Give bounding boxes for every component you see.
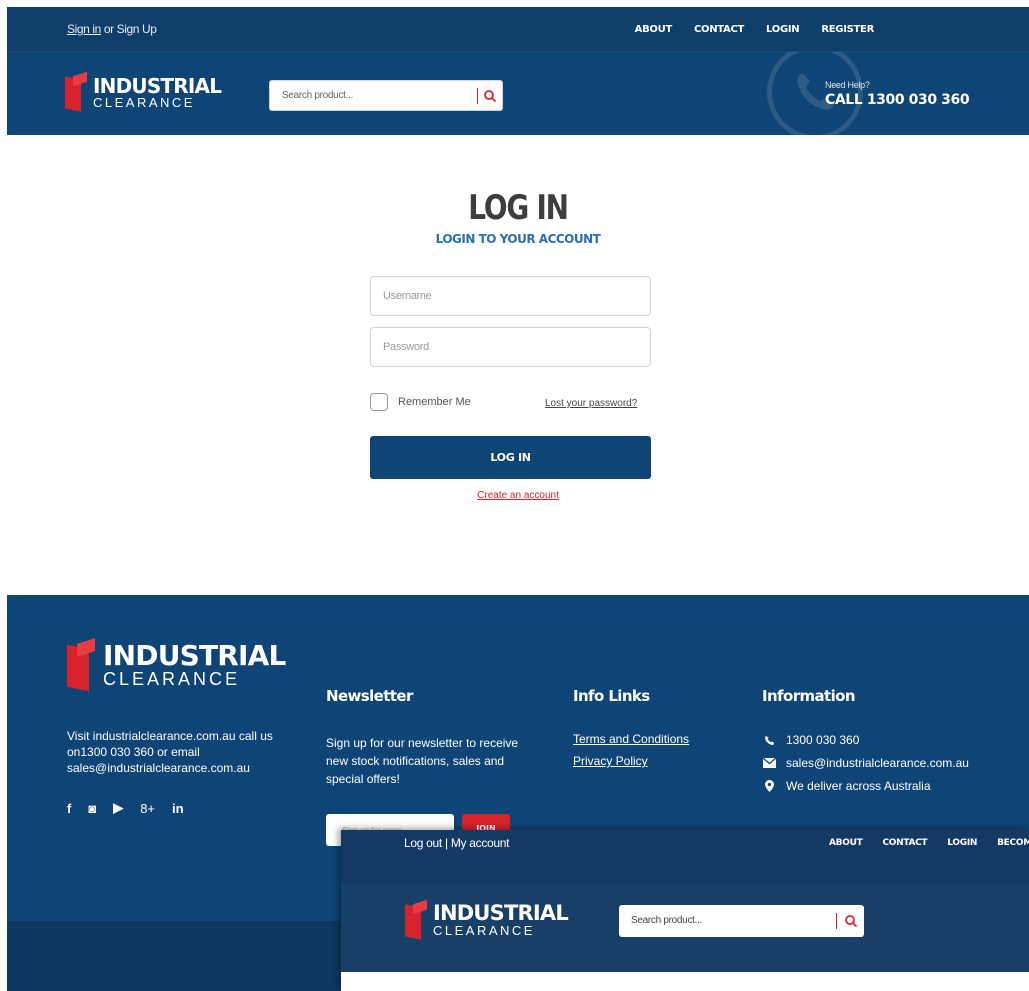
info-phone: 1300 030 360: [762, 733, 859, 747]
envelope-icon: [762, 758, 776, 768]
header-search[interactable]: Search product...: [269, 80, 503, 111]
top-bar: Sign in or Sign Up ABOUT CONTACT LOGIN R…: [7, 7, 1029, 52]
auth-links: Sign in or Sign Up: [67, 22, 157, 36]
footer-description: Visit industrialclearance.com.au call us…: [67, 729, 273, 775]
footer-logo-mark-icon: [67, 638, 101, 692]
overlay-screenshot: Log out | My account ABOUT CONTACT LOGIN…: [341, 830, 1029, 991]
create-account: Create an account: [7, 490, 1029, 501]
newsletter-heading: Newsletter: [326, 687, 413, 705]
nav-login[interactable]: LOGIN: [766, 24, 800, 35]
linkedin-icon[interactable]: in: [172, 801, 184, 816]
overlay-nav-contact[interactable]: CONTACT: [882, 838, 927, 848]
search-input[interactable]: Search product...: [282, 90, 353, 101]
information-heading: Information: [762, 687, 856, 705]
logo-mark-icon: [65, 71, 91, 112]
login-section: LOG IN LOGIN TO YOUR ACCOUNT Remember Me…: [7, 135, 1029, 595]
nav-about[interactable]: ABOUT: [635, 24, 673, 35]
overlay-search-icon[interactable]: [844, 914, 858, 928]
nav-register[interactable]: REGISTER: [821, 24, 874, 35]
overlay-logo[interactable]: INDUSTRIAL CLEARANCE: [405, 899, 569, 940]
password-field-box: [370, 327, 651, 367]
youtube-icon[interactable]: ▶: [113, 800, 123, 816]
google-plus-icon[interactable]: 8+: [140, 801, 155, 816]
footer-logo[interactable]: INDUSTRIAL CLEARANCE: [67, 638, 286, 692]
overlay-logo-mark-icon: [405, 899, 431, 940]
remember-me: Remember Me: [370, 393, 471, 411]
overlay-nav-login[interactable]: LOGIN: [947, 838, 977, 848]
login-button[interactable]: LOG IN: [370, 436, 651, 479]
overlay-search-input[interactable]: Search product...: [631, 915, 702, 926]
top-nav: ABOUT CONTACT LOGIN REGISTER: [635, 24, 875, 35]
footer-logo-text-industrial: INDUSTRIAL: [103, 639, 286, 672]
social-links: f ◙ ▶ 8+ in: [67, 800, 184, 816]
page-title: LOG IN: [468, 188, 569, 228]
overlay-nav-about[interactable]: ABOUT: [829, 838, 863, 848]
newsletter-text: Sign up for our newsletter to receive ne…: [326, 736, 519, 786]
phone-icon: [762, 735, 776, 746]
info-phone-text[interactable]: 1300 030 360: [786, 733, 859, 747]
info-delivery: We deliver across Australia: [762, 779, 931, 793]
help-phone[interactable]: CALL 1300 030 360: [825, 92, 970, 108]
info-links-heading: Info Links: [573, 687, 650, 705]
terms-link[interactable]: Terms and Conditions: [573, 732, 689, 746]
overlay-header: INDUSTRIAL CLEARANCE Search product...: [341, 884, 1029, 972]
info-email-text[interactable]: sales@industrialclearance.com.au: [786, 756, 969, 770]
overlay-logo-text-clearance: CLEARANCE: [433, 923, 535, 938]
site-logo[interactable]: INDUSTRIAL CLEARANCE: [65, 71, 222, 112]
overlay-top-nav: ABOUT CONTACT LOGIN BECOME: [829, 838, 1029, 848]
search-icon[interactable]: [483, 89, 497, 103]
privacy-link[interactable]: Privacy Policy: [573, 754, 648, 768]
overlay-top-bar: Log out | My account ABOUT CONTACT LOGIN…: [341, 830, 1029, 884]
overlay-nav-become[interactable]: BECOME: [997, 838, 1029, 848]
remember-me-checkbox[interactable]: [370, 393, 388, 411]
search-divider: [477, 88, 478, 104]
help-label: Need Help?: [825, 80, 870, 90]
overlay-search[interactable]: Search product...: [619, 905, 864, 937]
help-contact: Need Help? CALL 1300 030 360: [825, 80, 970, 108]
page-subtitle: LOGIN TO YOUR ACCOUNT: [435, 232, 601, 246]
sign-up-link[interactable]: or Sign Up: [101, 22, 157, 36]
site-header: INDUSTRIAL CLEARANCE Search product... N…: [7, 52, 1029, 135]
username-field[interactable]: [371, 277, 650, 315]
password-field[interactable]: [371, 328, 650, 366]
overlay-account-links[interactable]: Log out | My account: [404, 836, 509, 850]
username-field-box: [370, 276, 651, 316]
overlay-logo-text-industrial: INDUSTRIAL: [433, 901, 569, 925]
footer-logo-text-clearance: CLEARANCE: [103, 669, 241, 689]
remember-me-label[interactable]: Remember Me: [398, 396, 471, 408]
lost-password-link[interactable]: Lost your password?: [545, 398, 637, 409]
create-account-link[interactable]: Create an account: [477, 490, 559, 501]
nav-contact[interactable]: CONTACT: [694, 24, 744, 35]
facebook-icon[interactable]: f: [67, 801, 71, 816]
logo-text-industrial: INDUSTRIAL: [93, 73, 222, 98]
overlay-search-divider: [836, 913, 837, 929]
sign-in-link[interactable]: Sign in: [67, 22, 101, 36]
map-pin-icon: [762, 780, 776, 792]
info-email: sales@industrialclearance.com.au: [762, 756, 969, 770]
info-delivery-text: We deliver across Australia: [786, 779, 931, 793]
instagram-icon[interactable]: ◙: [88, 801, 96, 816]
